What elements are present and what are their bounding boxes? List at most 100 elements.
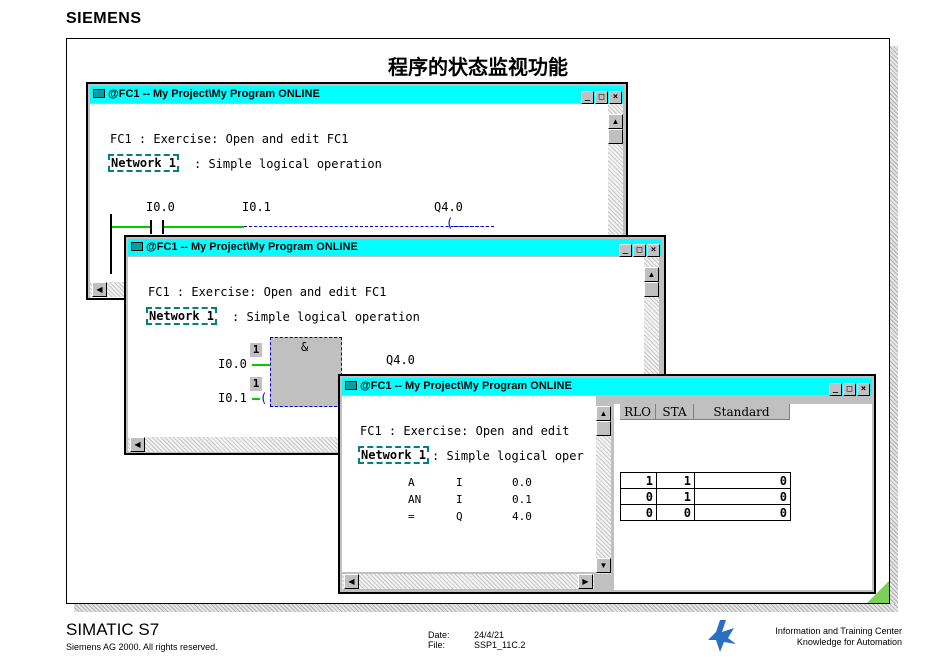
block-header: FC1 : Exercise: Open and edit FC1: [110, 132, 349, 146]
network-description: : Simple logical operation: [232, 310, 420, 324]
coil-label: Q4.0: [434, 200, 463, 214]
negation-marker: (: [260, 391, 268, 405]
horizontal-scrollbar[interactable]: [342, 574, 594, 589]
close-button[interactable]: ×: [857, 383, 870, 396]
network-label[interactable]: Network 1: [108, 154, 180, 172]
lad-window-titlebar[interactable]: @FC1 -- My Project\My Program ONLINE _ □ ×: [90, 86, 624, 104]
stl-operation: =: [408, 510, 415, 523]
close-button[interactable]: ×: [647, 244, 660, 257]
stl-window-titlebar[interactable]: @FC1 -- My Project\My Program ONLINE _ □ ×: [342, 378, 872, 396]
sta-value: 1: [656, 488, 695, 505]
training-center-line2: Knowledge for Automation: [796, 637, 902, 647]
file-value: SSP1_11C.2: [474, 640, 526, 650]
training-center-text: Information and Training Center Knowledg…: [775, 626, 902, 648]
stl-address: 4.0: [512, 510, 532, 523]
standard-value: 0: [694, 472, 791, 489]
powered-input-line: [252, 364, 272, 366]
input-status-flag: 1: [250, 343, 262, 357]
slide-title: 程序的状态监视功能: [388, 55, 568, 79]
rlo-value: 1: [620, 472, 657, 489]
window-app-icon: [131, 242, 143, 251]
network-description: : Simple logical oper: [432, 449, 584, 463]
scroll-thumb[interactable]: [596, 421, 611, 436]
contact-label: I0.0: [146, 200, 175, 214]
scroll-down-button[interactable]: ▼: [596, 558, 611, 573]
block-header: FC1 : Exercise: Open and edit: [360, 424, 570, 438]
stl-area: I: [456, 493, 463, 506]
scroll-up-button[interactable]: ▲: [644, 267, 659, 282]
coil-symbol[interactable]: (: [446, 216, 453, 230]
network-label[interactable]: Network 1: [358, 446, 430, 464]
fbd-input-label: I0.1: [218, 391, 247, 405]
column-header-standard[interactable]: Standard: [694, 404, 790, 420]
sta-value: 0: [656, 504, 695, 521]
scroll-left-button[interactable]: ◀: [130, 437, 145, 452]
status-table: 1 1 0 0 1 0 0 0 0: [620, 472, 791, 521]
rlo-value: 0: [620, 488, 657, 505]
network-description: : Simple logical operation: [194, 157, 382, 171]
input-status-flag: 1: [250, 377, 262, 391]
column-header-sta[interactable]: STA: [656, 404, 694, 420]
scroll-thumb[interactable]: [644, 282, 659, 297]
stl-window-title: @FC1 -- My Project\My Program ONLINE: [360, 380, 572, 392]
sta-value: 1: [656, 472, 695, 489]
training-center-line1: Information and Training Center: [775, 626, 902, 636]
scroll-thumb[interactable]: [608, 129, 623, 144]
scroll-up-button[interactable]: ▲: [596, 406, 611, 421]
stl-address: 0.1: [512, 493, 532, 506]
lad-window-title: @FC1 -- My Project\My Program ONLINE: [108, 88, 320, 100]
contact-label: I0.1: [242, 200, 271, 214]
minimize-button[interactable]: _: [581, 91, 594, 104]
status-pane[interactable]: RLO STA Standard 1 1 0 0 1 0 0 0 0: [614, 404, 872, 590]
powered-rung: [164, 226, 244, 228]
training-center-logo-icon: [708, 620, 736, 652]
fbd-window-titlebar[interactable]: @FC1 -- My Project\My Program ONLINE _ □ ×: [128, 239, 662, 257]
table-row: 1 1 0: [620, 472, 791, 489]
minimize-button[interactable]: _: [619, 244, 632, 257]
powered-rung: [112, 226, 150, 228]
fbd-window-title: @FC1 -- My Project\My Program ONLINE: [146, 241, 358, 253]
file-label: File:: [428, 640, 446, 650]
contact-symbol[interactable]: [150, 220, 152, 234]
fbd-input-label: I0.0: [218, 357, 247, 371]
scroll-right-button[interactable]: ▶: [578, 574, 593, 589]
slide-shadow: [890, 46, 898, 612]
stl-address: 0.0: [512, 476, 532, 489]
copyright: Siemens AG 2000. All rights reserved.: [66, 642, 218, 652]
scroll-left-button[interactable]: ◀: [92, 282, 107, 297]
date-value: 24/4/21: [474, 630, 505, 640]
table-row: 0 0 0: [620, 504, 791, 521]
powered-input-line: [252, 398, 260, 400]
stl-area: Q: [456, 510, 463, 523]
network-label[interactable]: Network 1: [146, 307, 218, 325]
standard-value: 0: [694, 504, 791, 521]
date-label: Date:: [428, 630, 450, 640]
minimize-button[interactable]: _: [829, 383, 842, 396]
maximize-button[interactable]: □: [633, 244, 646, 257]
table-row: 0 1 0: [620, 488, 791, 505]
column-header-rlo[interactable]: RLO: [620, 404, 656, 420]
maximize-button[interactable]: □: [843, 383, 856, 396]
horizontal-scrollbar[interactable]: [128, 437, 338, 452]
unpowered-rung: [454, 226, 494, 227]
stl-code-pane[interactable]: FC1 : Exercise: Open and edit Network 1 …: [342, 396, 596, 572]
close-button[interactable]: ×: [609, 91, 622, 104]
and-box[interactable]: &: [270, 337, 342, 407]
stl-editor-window[interactable]: @FC1 -- My Project\My Program ONLINE _ □ ×…: [338, 374, 876, 594]
window-app-icon: [93, 89, 105, 98]
stl-operation: A: [408, 476, 415, 489]
siemens-logo: SIEMENS: [66, 10, 142, 27]
slide-shadow: [74, 604, 898, 612]
fbd-output-label: Q4.0: [386, 353, 415, 367]
scroll-up-button[interactable]: ▲: [608, 114, 623, 129]
rlo-value: 0: [620, 504, 657, 521]
stl-area: I: [456, 476, 463, 489]
block-header: FC1 : Exercise: Open and edit FC1: [148, 285, 387, 299]
product-name: SIMATIC S7: [66, 620, 160, 639]
window-app-icon: [345, 381, 357, 390]
maximize-button[interactable]: □: [595, 91, 608, 104]
standard-value: 0: [694, 488, 791, 505]
scroll-left-button[interactable]: ◀: [344, 574, 359, 589]
and-box-symbol: &: [301, 340, 309, 354]
power-rail: [110, 214, 112, 274]
